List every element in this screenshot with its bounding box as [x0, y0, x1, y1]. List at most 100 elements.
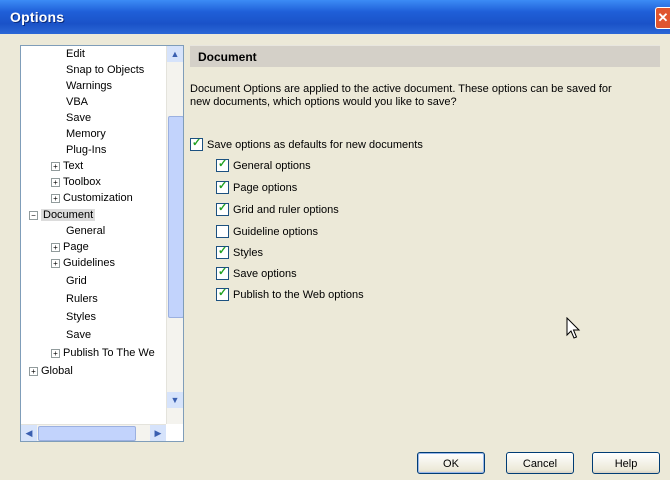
scroll-up-icon[interactable]: ▲ [167, 46, 183, 62]
tree-content: Edit Snap to Objects Warnings VBA Save M… [21, 46, 166, 424]
tree-item-label: Publish To The We [63, 347, 155, 359]
checkbox-box[interactable]: ✓ [216, 179, 229, 194]
checkbox-label: Page options [233, 182, 298, 194]
tree-item-label: Grid [66, 275, 87, 287]
tree-item-memory[interactable]: Memory [66, 126, 106, 142]
tree-item-general[interactable]: General [66, 223, 105, 239]
tree-item-label: Text [63, 160, 84, 172]
guideline-options-checkbox[interactable]: Guideline options [216, 224, 318, 240]
checkbox-box[interactable]: ✓ [216, 244, 229, 259]
tree-item-customization[interactable]: + Customization [51, 190, 133, 206]
tree-item-label: Toolbox [63, 176, 101, 188]
expand-icon[interactable]: + [51, 177, 60, 187]
tree-item-label: Save [66, 112, 92, 124]
checkbox-label: Styles [233, 247, 263, 259]
page-options-checkbox[interactable]: ✓ Page options [216, 180, 297, 196]
tree-item-save-document[interactable]: Save [66, 327, 91, 343]
tree-horizontal-scrollbar[interactable]: ◀ ▶ [21, 424, 166, 441]
expand-icon[interactable]: + [51, 161, 60, 171]
tree-item-toolbox[interactable]: + Toolbox [51, 174, 101, 190]
checkbox-box[interactable]: ✓ [216, 157, 229, 172]
title-bar[interactable]: Options ✕ [0, 0, 670, 34]
tree-item-label: Save [66, 329, 92, 341]
tree-item-label: Guidelines [63, 257, 115, 269]
tree-item-label: General [66, 225, 106, 237]
window-title: Options [10, 9, 65, 25]
options-dialog: Options ✕ Edit Snap to Objects Warnings … [0, 0, 670, 480]
checkbox-box[interactable]: ✓ [216, 265, 229, 280]
tree-item-label: VBA [66, 96, 89, 108]
expand-icon[interactable]: + [51, 193, 60, 203]
tree-item-label: Document [41, 209, 96, 221]
tree-item-vba[interactable]: VBA [66, 94, 88, 110]
tree-item-publish-to-the-web[interactable]: + Publish To The We [51, 345, 155, 361]
cancel-button[interactable]: Cancel [506, 452, 574, 474]
options-tree: Edit Snap to Objects Warnings VBA Save M… [20, 45, 184, 442]
tree-item-warnings[interactable]: Warnings [66, 78, 112, 94]
tree-item-plug-ins[interactable]: Plug-Ins [66, 142, 106, 158]
tree-item-guidelines[interactable]: + Guidelines [51, 255, 115, 271]
tree-item-page[interactable]: + Page [51, 239, 89, 255]
tree-item-label: Memory [66, 128, 106, 140]
tree-item-grid[interactable]: Grid [66, 273, 87, 289]
tree-item-label: Page [63, 241, 89, 253]
panel-description: Document Options are applied to the acti… [190, 83, 612, 108]
tree-item-label: Customization [63, 192, 133, 204]
tree-item-label: Styles [66, 311, 96, 323]
expand-icon[interactable]: + [51, 258, 60, 268]
tree-item-document[interactable]: − Document [29, 207, 96, 223]
general-options-checkbox[interactable]: ✓ General options [216, 158, 311, 174]
checkbox-box[interactable] [216, 224, 229, 238]
publish-web-options-checkbox[interactable]: ✓ Publish to the Web options [216, 287, 364, 303]
panel-header: Document [190, 45, 660, 67]
tree-item-global[interactable]: + Global [29, 363, 73, 379]
scroll-right-icon[interactable]: ▶ [150, 425, 166, 441]
tree-item-edit[interactable]: Edit [66, 46, 85, 62]
check-icon: ✓ [218, 201, 228, 214]
document-options-panel: Document Document Options are applied to… [190, 45, 660, 440]
tree-vertical-scrollbar[interactable]: ▲ ▼ [166, 46, 183, 424]
checkbox-label: Publish to the Web options [233, 289, 364, 301]
check-icon: ✓ [218, 265, 228, 278]
collapse-icon[interactable]: − [29, 210, 38, 220]
mouse-cursor-icon [566, 317, 581, 339]
tree-item-label: Edit [66, 48, 85, 60]
tree-item-snap-to-objects[interactable]: Snap to Objects [66, 62, 144, 78]
tree-item-label: Warnings [66, 80, 113, 92]
tree-item-rulers[interactable]: Rulers [66, 291, 98, 307]
close-button[interactable]: ✕ [655, 7, 670, 29]
styles-checkbox[interactable]: ✓ Styles [216, 245, 263, 261]
check-icon: ✓ [218, 157, 228, 170]
grid-ruler-options-checkbox[interactable]: ✓ Grid and ruler options [216, 202, 339, 218]
scroll-left-icon[interactable]: ◀ [21, 425, 37, 441]
checkbox-box[interactable]: ✓ [190, 136, 203, 151]
tree-item-label: Plug-Ins [66, 144, 107, 156]
save-options-checkbox[interactable]: ✓ Save options [216, 266, 297, 282]
checkbox-box[interactable]: ✓ [216, 201, 229, 216]
checkbox-label: Guideline options [233, 226, 319, 238]
tree-item-styles[interactable]: Styles [66, 309, 96, 325]
ok-button[interactable]: OK [417, 452, 485, 474]
scrollbar-thumb[interactable] [38, 426, 136, 441]
expand-icon[interactable]: + [51, 242, 60, 252]
help-button[interactable]: Help [592, 452, 660, 474]
checkbox-label: General options [233, 160, 311, 172]
scroll-down-icon[interactable]: ▼ [167, 392, 183, 408]
save-defaults-checkbox[interactable]: ✓ Save options as defaults for new docume… [190, 137, 423, 153]
check-icon: ✓ [218, 286, 228, 299]
scrollbar-thumb[interactable] [168, 116, 183, 318]
check-icon: ✓ [218, 244, 228, 257]
tree-item-save[interactable]: Save [66, 110, 91, 126]
checkbox-label: Save options as defaults for new documen… [207, 139, 423, 151]
checkbox-box[interactable]: ✓ [216, 286, 229, 301]
check-icon: ✓ [192, 136, 202, 149]
checkbox-label: Grid and ruler options [233, 204, 339, 216]
tree-item-label: Rulers [66, 293, 98, 305]
tree-item-text[interactable]: + Text [51, 158, 83, 174]
expand-icon[interactable]: + [29, 366, 38, 376]
checkbox-label: Save options [233, 268, 297, 280]
tree-item-label: Snap to Objects [66, 64, 145, 76]
check-icon: ✓ [218, 179, 228, 192]
expand-icon[interactable]: + [51, 348, 60, 358]
tree-item-label: Global [41, 365, 73, 377]
